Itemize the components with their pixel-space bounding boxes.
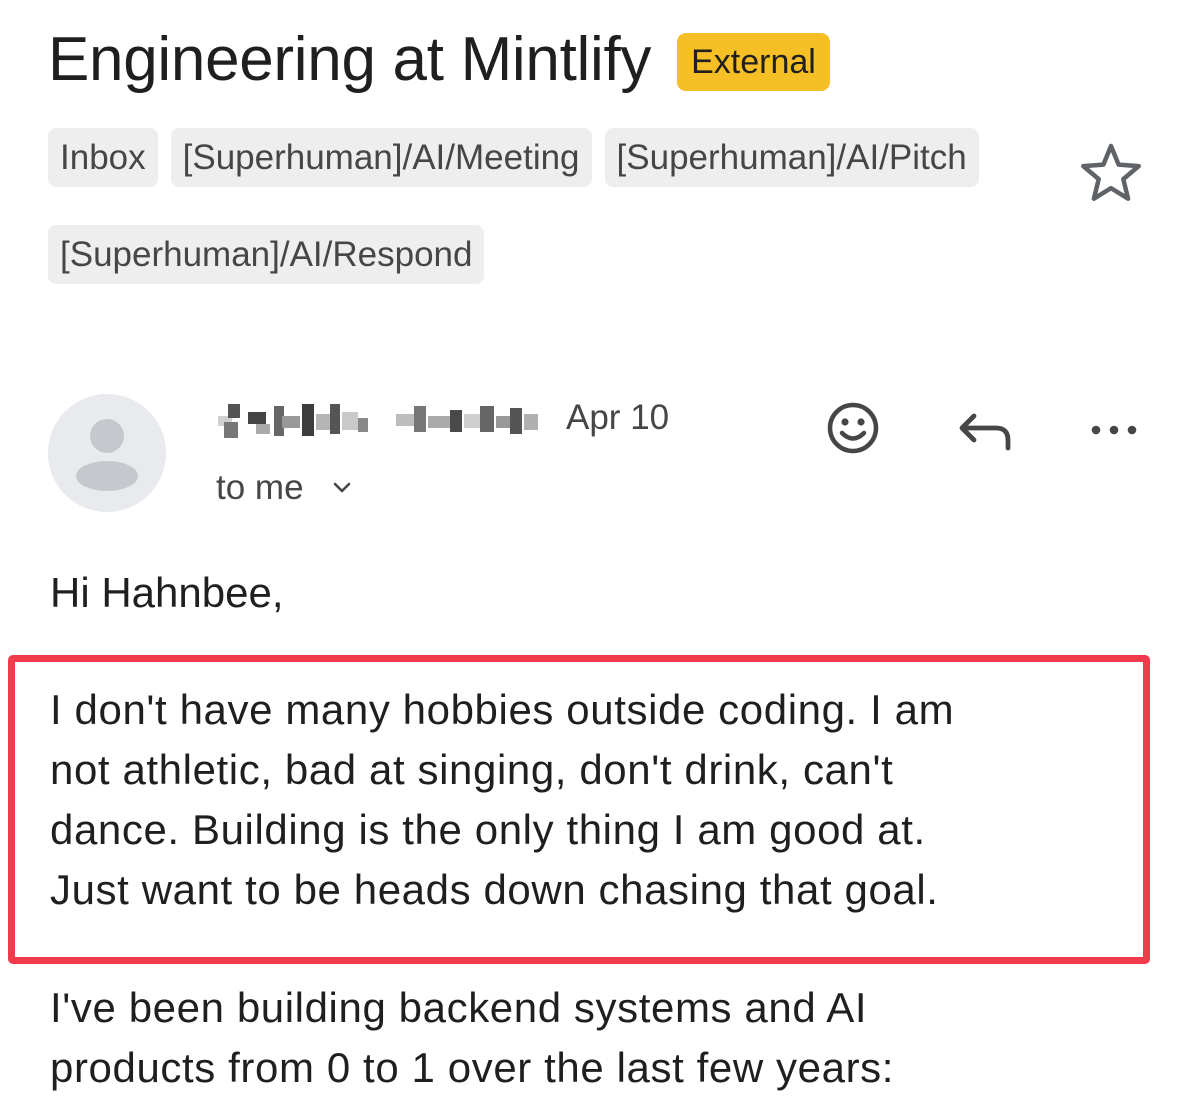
sender-name-redacted[interactable] bbox=[218, 398, 540, 440]
recipient-label: to me bbox=[216, 468, 304, 507]
label-chip-inbox[interactable]: Inbox bbox=[48, 128, 158, 187]
email-subject: Engineering at Mintlify bbox=[48, 25, 652, 94]
label-chip-ai-meeting[interactable]: [Superhuman]/AI/Meeting bbox=[170, 128, 592, 187]
subject-row: Engineering at Mintlify External bbox=[48, 22, 830, 98]
highlighted-line: dance. Building is the only thing I am g… bbox=[50, 806, 926, 853]
sender-avatar[interactable] bbox=[48, 394, 166, 512]
highlighted-paragraph: I don't have many hobbies outside coding… bbox=[50, 680, 1130, 920]
chevron-down-icon bbox=[333, 482, 350, 493]
body-paragraph: I've been building backend systems and A… bbox=[50, 978, 1170, 1098]
label-chips: Inbox [Superhuman]/AI/Meeting [Superhuma… bbox=[48, 128, 988, 284]
highlighted-line: not athletic, bad at singing, don't drin… bbox=[50, 746, 894, 793]
external-badge: External bbox=[677, 33, 830, 91]
highlighted-line: I don't have many hobbies outside coding… bbox=[50, 686, 955, 733]
star-icon[interactable] bbox=[1078, 140, 1144, 206]
recipient-toggle[interactable]: to me bbox=[216, 466, 354, 510]
label-chip-ai-respond[interactable]: [Superhuman]/AI/Respond bbox=[48, 225, 485, 284]
email-view: Engineering at Mintlify External Inbox [… bbox=[0, 0, 1200, 1114]
smiley-icon[interactable] bbox=[821, 396, 885, 460]
reply-icon[interactable] bbox=[952, 396, 1016, 460]
label-chip-ai-pitch[interactable]: [Superhuman]/AI/Pitch bbox=[604, 128, 979, 187]
email-date: Apr 10 bbox=[566, 398, 670, 437]
body-line: I've been building backend systems and A… bbox=[50, 984, 868, 1031]
email-greeting: Hi Hahnbee, bbox=[50, 569, 284, 616]
more-horizontal-icon[interactable] bbox=[1082, 396, 1146, 460]
highlighted-line: Just want to be heads down chasing that … bbox=[50, 866, 939, 913]
body-line: products from 0 to 1 over the last few y… bbox=[50, 1044, 895, 1091]
